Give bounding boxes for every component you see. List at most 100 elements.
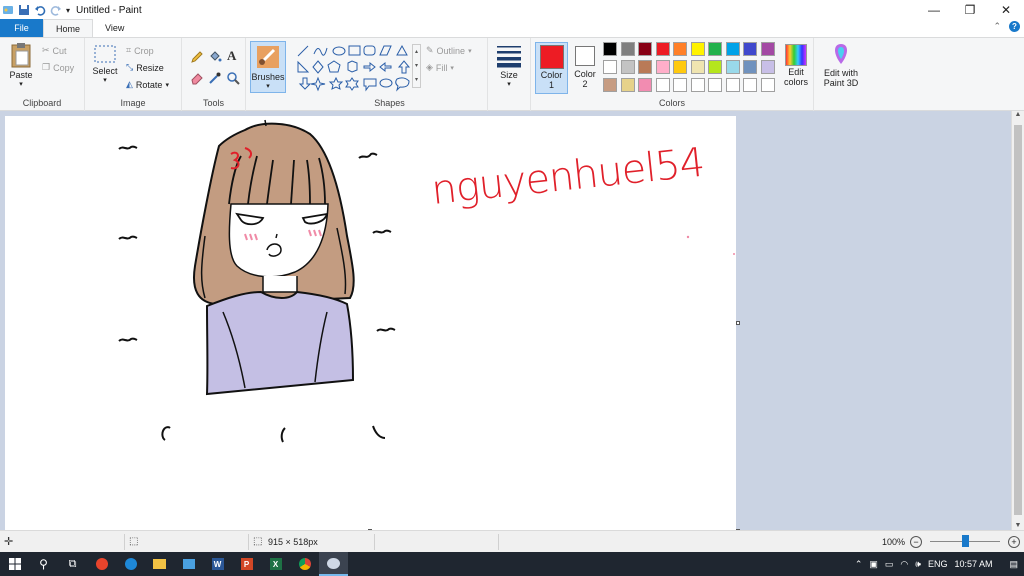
close-button[interactable]: ✕ [988,0,1024,20]
scroll-thumb[interactable] [1014,125,1022,515]
resize-button[interactable]: ⤡ Resize [126,59,164,76]
size-button[interactable]: Size ▾ [492,42,526,94]
color-swatch[interactable] [725,78,740,92]
color-swatch[interactable] [673,78,687,92]
color-swatch[interactable] [760,42,775,56]
fill-dropdown-icon[interactable]: ▾ [450,64,454,72]
zoom-out-button[interactable]: − [910,535,922,548]
crop-button[interactable]: ⌗ Crop [126,42,154,59]
taskbar-chrome[interactable] [290,552,319,576]
color-swatch[interactable] [673,60,687,74]
qat-customize-icon[interactable]: ▾ [66,6,70,15]
color-swatch[interactable] [743,60,757,74]
start-button[interactable] [0,552,29,576]
color-swatch[interactable] [743,78,757,92]
taskbar-file-explorer[interactable] [145,552,174,576]
color-swatch[interactable] [760,78,775,92]
eraser-icon[interactable] [190,71,204,85]
brushes-button[interactable]: Brushes ▾ [250,41,286,93]
color-swatch[interactable] [725,60,740,74]
color-swatch[interactable] [638,42,652,56]
color-swatch[interactable] [708,42,722,56]
canvas-workspace[interactable]: nguyenhuel54 [0,111,1011,533]
battery-icon[interactable]: ▭ [885,559,894,570]
taskbar-word[interactable]: W [203,552,232,576]
shapes-scroll[interactable]: ▴ ▾ ▾ [412,44,421,88]
zoom-in-button[interactable]: + [1008,535,1020,548]
tray-overflow-icon[interactable]: ⌃ [855,559,863,570]
taskbar-paint[interactable] [319,552,348,576]
color-swatch[interactable] [620,60,635,74]
color-swatch[interactable] [690,42,705,56]
color-picker-icon[interactable] [208,71,222,85]
zoom-slider-thumb[interactable] [961,535,969,547]
select-dropdown-icon[interactable]: ▾ [91,76,119,84]
color-swatch[interactable] [655,60,670,74]
wifi-icon[interactable]: ◠ [900,559,908,570]
drawing-canvas[interactable]: nguyenhuel54 [5,116,740,533]
color-swatch[interactable] [743,42,757,56]
size-dropdown-icon[interactable]: ▾ [492,80,526,88]
color-swatch[interactable] [690,78,705,92]
color-swatch[interactable] [690,60,705,74]
redo-icon[interactable] [50,4,62,16]
color-swatch[interactable] [760,60,775,74]
color-swatch[interactable] [708,60,722,74]
minimize-button[interactable]: — [916,0,952,20]
tab-home[interactable]: Home [43,19,94,37]
search-button[interactable]: ⚲ [29,552,58,576]
outline-button[interactable]: ✎ Outline ▾ [426,42,472,59]
canvas-resize-handle-right[interactable] [736,321,740,325]
edit-colors-button[interactable]: Edit colors [779,42,813,94]
magnifier-icon[interactable] [226,71,240,85]
taskbar-powerpoint[interactable]: P [232,552,261,576]
scroll-up-icon[interactable]: ▲ [1012,111,1024,118]
notification-icon[interactable]: ▤ [1009,559,1018,570]
copy-button[interactable]: ❐ Copy [42,59,74,76]
vertical-scrollbar[interactable]: ▲ ▼ [1011,111,1024,530]
volume-icon[interactable]: 🕪 [915,559,921,570]
color-swatch[interactable] [638,60,652,74]
color-swatch[interactable] [725,42,740,56]
taskbar-excel[interactable]: X [261,552,290,576]
color-swatch[interactable] [603,78,617,92]
color-swatch[interactable] [655,78,670,92]
color1-button[interactable]: Color 1 [535,42,568,94]
paste-button[interactable]: Paste ▾ [6,42,36,92]
undo-icon[interactable] [34,4,46,16]
color-swatch[interactable] [620,78,635,92]
edit-with-paint3d-button[interactable]: Edit with Paint 3D [818,42,864,94]
tray-app-icon[interactable]: ▣ [869,559,878,570]
shapes-gallery[interactable] [296,44,416,92]
rotate-button[interactable]: ◭ Rotate ▾ [126,76,169,93]
save-icon[interactable] [18,4,30,16]
cut-button[interactable]: ✂ Cut [42,42,67,59]
scroll-down-icon[interactable]: ▼ [1012,522,1024,529]
paint-app-icon[interactable] [2,4,14,16]
color-swatch[interactable] [603,42,617,56]
outline-dropdown-icon[interactable]: ▾ [468,47,472,55]
rotate-dropdown-icon[interactable]: ▾ [165,81,169,89]
text-tool-icon[interactable]: A [227,48,236,64]
paste-dropdown-icon[interactable]: ▾ [6,80,36,88]
task-view-button[interactable]: ⧉ [58,552,87,576]
select-button[interactable]: Select ▾ [91,44,119,84]
tab-view[interactable]: View [93,19,136,37]
tab-file[interactable]: File [0,19,43,37]
color2-button[interactable]: Color 2 [571,42,599,94]
brushes-dropdown-icon[interactable]: ▾ [251,82,285,90]
color-swatch[interactable] [673,42,687,56]
color-swatch[interactable] [620,42,635,56]
taskbar-app-1[interactable] [87,552,116,576]
fill-bucket-icon[interactable] [208,50,222,64]
color-swatch[interactable] [708,78,722,92]
help-icon[interactable]: ? [1009,21,1020,32]
clock[interactable]: 10:57 AM [954,559,992,569]
taskbar-app-monitor[interactable] [174,552,203,576]
color-swatch[interactable] [655,42,670,56]
color-swatch[interactable] [603,60,617,74]
maximize-button[interactable]: ❐ [952,0,988,20]
color-swatch[interactable] [638,78,652,92]
taskbar-edge[interactable] [116,552,145,576]
collapse-ribbon-icon[interactable]: ⌃ [993,21,1001,32]
